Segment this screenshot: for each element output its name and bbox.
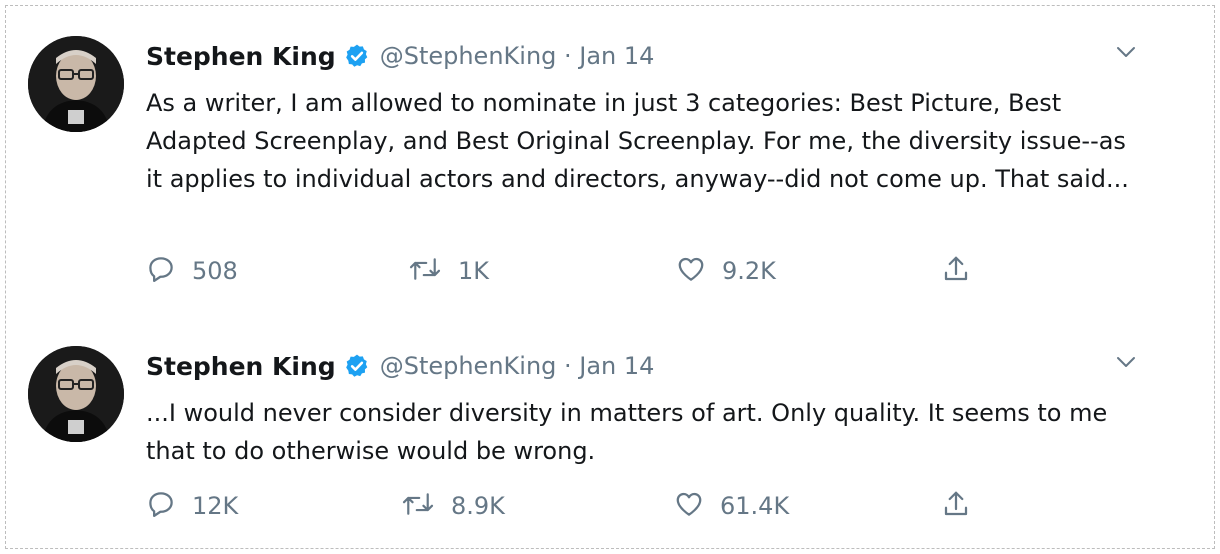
reply-count: 12K (192, 492, 239, 520)
tweet-header: Stephen King @StephenKing · Jan 14 (146, 348, 654, 384)
like-count: 9.2K (722, 257, 776, 285)
tweet-thread-frame: Stephen King @StephenKing · Jan 14 As a … (5, 5, 1215, 549)
retweet-count: 8.9K (451, 492, 505, 520)
retweet-button[interactable]: 1K (408, 251, 489, 291)
author-name[interactable]: Stephen King (146, 352, 336, 381)
avatar[interactable] (28, 346, 124, 442)
author-name[interactable]: Stephen King (146, 42, 336, 71)
like-button[interactable]: 61.4K (674, 486, 789, 526)
handle-and-date[interactable]: @StephenKing · Jan 14 (380, 42, 655, 70)
heart-icon (676, 254, 706, 288)
reply-button[interactable]: 508 (146, 251, 238, 291)
reply-button[interactable]: 12K (146, 486, 238, 526)
tweet-actions: 508 1K 9.2K (146, 251, 1026, 291)
share-button[interactable] (941, 486, 971, 526)
retweet-count: 1K (458, 257, 490, 285)
retweet-icon (401, 489, 435, 523)
verified-badge-icon (344, 353, 370, 379)
chevron-down-icon[interactable] (1114, 350, 1138, 378)
share-icon (941, 489, 971, 523)
reply-count: 508 (192, 257, 238, 285)
like-button[interactable]: 9.2K (676, 251, 776, 291)
chevron-down-icon[interactable] (1114, 40, 1138, 68)
heart-icon (674, 489, 704, 523)
retweet-button[interactable]: 8.9K (401, 486, 505, 526)
share-button[interactable] (941, 251, 971, 291)
retweet-icon (408, 254, 442, 288)
tweet-text: As a writer, I am allowed to nominate in… (146, 89, 1129, 193)
reply-icon (146, 489, 176, 523)
like-count: 61.4K (720, 492, 790, 520)
verified-badge-icon (344, 43, 370, 69)
tweet-actions: 12K 8.9K 61.4K (146, 486, 1026, 526)
share-icon (941, 254, 971, 288)
avatar[interactable] (28, 36, 124, 132)
tweet-text: ...I would never consider diversity in m… (146, 399, 1108, 465)
tweet-header: Stephen King @StephenKing · Jan 14 (146, 38, 654, 74)
reply-icon (146, 254, 176, 288)
handle-and-date[interactable]: @StephenKing · Jan 14 (380, 352, 655, 380)
